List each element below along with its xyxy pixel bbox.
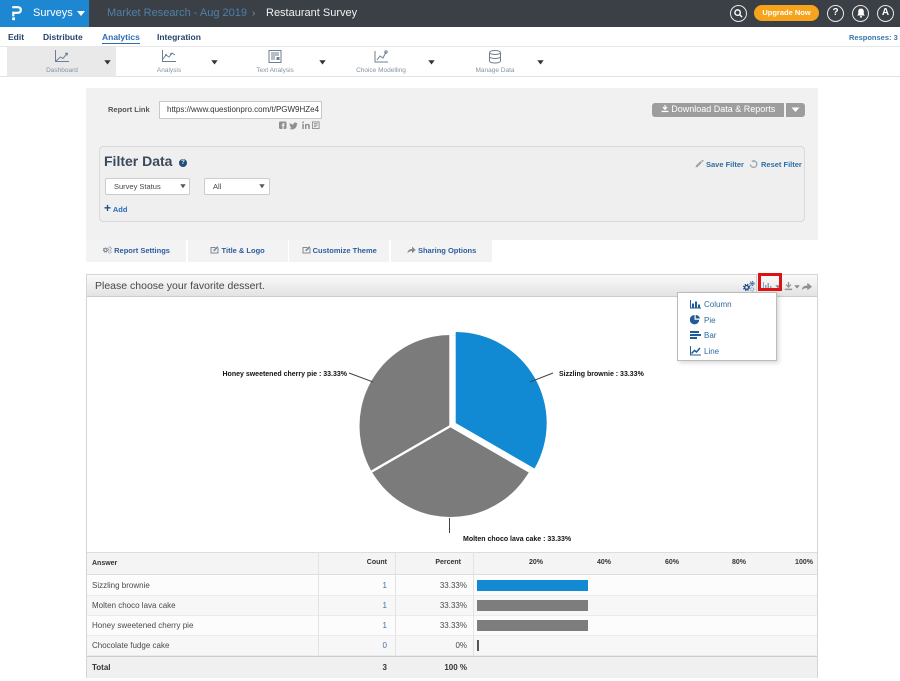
svg-text:Sizzling brownie : 33.33%: Sizzling brownie : 33.33% <box>559 371 645 378</box>
svg-text:Honey sweetened cherry pie : 3: Honey sweetened cherry pie : 33.33% <box>223 371 348 378</box>
svg-text:Molten choco lava cake : 33.33: Molten choco lava cake : 33.33% <box>463 536 572 543</box>
